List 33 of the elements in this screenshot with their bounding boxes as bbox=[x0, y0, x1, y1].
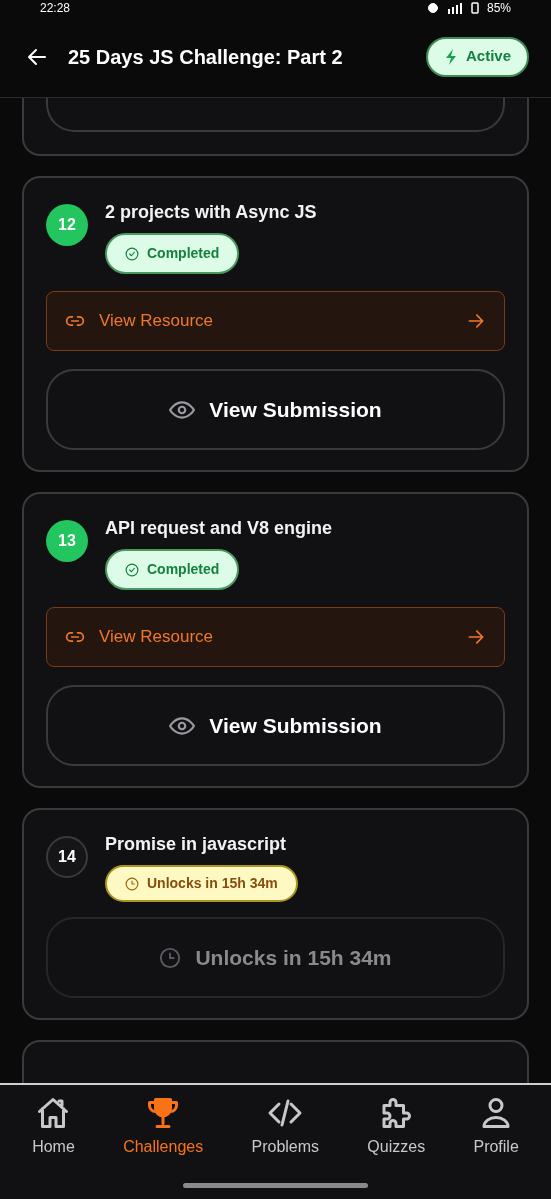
battery-level: 85% bbox=[486, 0, 511, 17]
status-time: 22:28 bbox=[40, 0, 71, 17]
check-circle-icon bbox=[125, 246, 139, 261]
lightning-icon bbox=[443, 47, 458, 66]
arrow-right-icon bbox=[466, 311, 486, 331]
view-submission-button[interactable]: View Submission bbox=[46, 685, 505, 766]
arrow-right-icon bbox=[466, 627, 486, 647]
nav-tab[interactable]: Home bbox=[32, 1095, 75, 1159]
alarm-icon bbox=[426, 2, 439, 14]
battery-icon bbox=[470, 2, 479, 14]
challenge-title: Promise in javascript bbox=[105, 833, 287, 856]
nav-tab[interactable]: Profile bbox=[473, 1095, 519, 1159]
status-badge: Unlocks in 15h 34m bbox=[105, 865, 298, 902]
clock-icon bbox=[125, 876, 139, 891]
view-resource-button[interactable]: View Resource bbox=[46, 607, 505, 667]
view-submission-button[interactable]: View Submission bbox=[46, 369, 505, 450]
day-number: 12 bbox=[46, 204, 88, 246]
status-badge: Completed bbox=[105, 233, 240, 274]
view-resource-button[interactable]: View Resource bbox=[46, 291, 505, 351]
nav-tab[interactable]: Quizzes bbox=[367, 1095, 426, 1159]
challenge-title: 2 projects with Async JS bbox=[105, 201, 317, 224]
day-number: 14 bbox=[46, 836, 88, 878]
nav-tab[interactable]: Challenges bbox=[123, 1095, 204, 1159]
signal-icon bbox=[446, 2, 463, 14]
active-badge: Active bbox=[425, 36, 529, 77]
clock-icon bbox=[159, 946, 182, 969]
status-badge: Completed bbox=[105, 549, 240, 590]
challenge-title: API request and V8 engine bbox=[105, 517, 333, 540]
day-number: 13 bbox=[46, 520, 88, 562]
page-title: 25 Days JS Challenge: Part 2 bbox=[68, 44, 344, 70]
locked-button[interactable]: Unlocks in 15h 34m bbox=[46, 917, 505, 998]
nav-tab[interactable]: Problems bbox=[251, 1095, 320, 1159]
check-circle-icon bbox=[125, 562, 139, 577]
